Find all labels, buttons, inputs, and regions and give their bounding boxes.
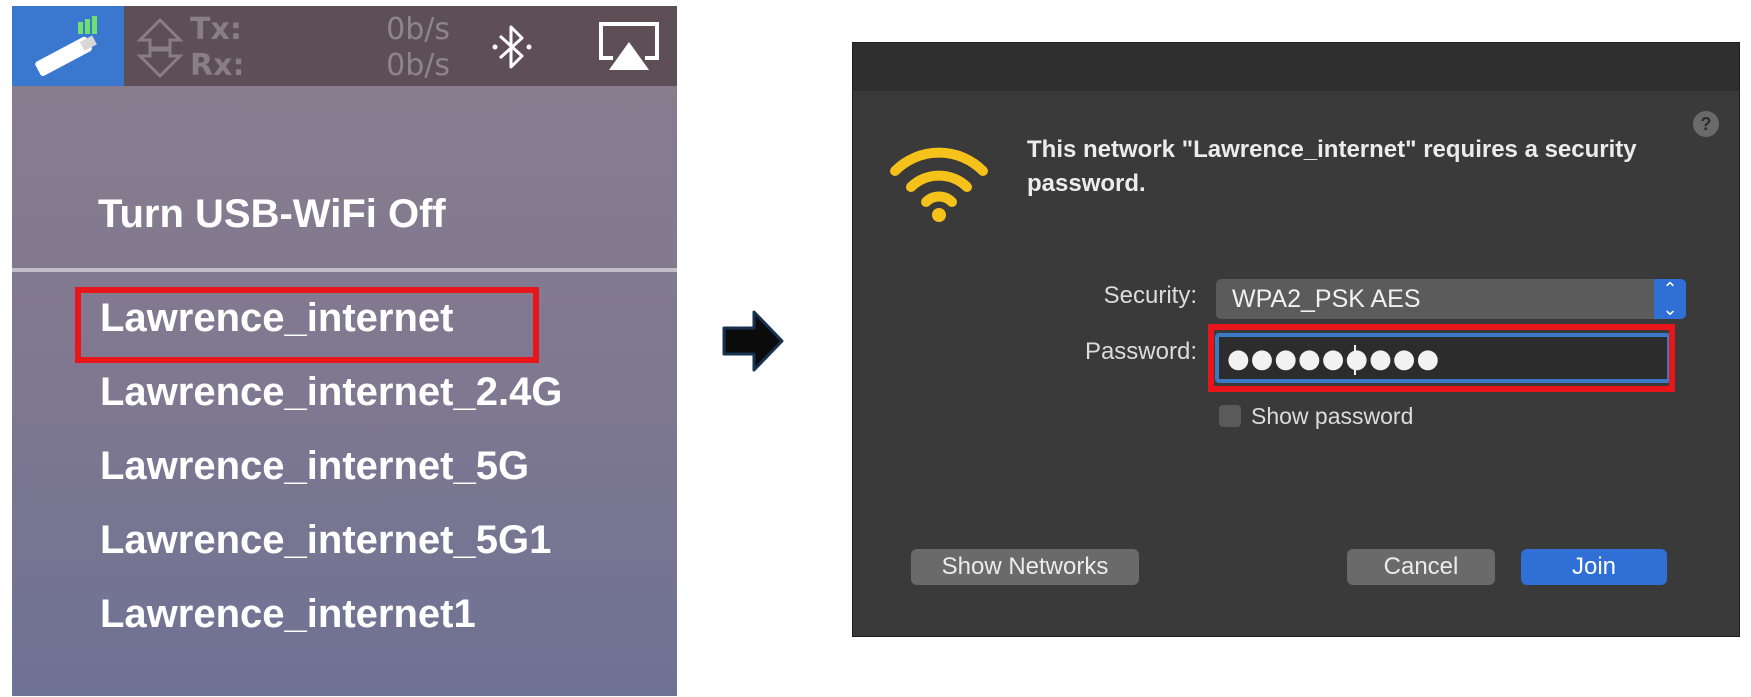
wifi-icon — [890, 147, 988, 222]
security-label: Security: — [1103, 282, 1197, 309]
turn-usb-wifi-off-item[interactable]: Turn USB-WiFi Off — [98, 190, 446, 238]
tx-rate: 0b/s — [386, 12, 450, 47]
show-networks-button[interactable]: Show Networks — [911, 549, 1139, 585]
password-label: Password: — [1084, 338, 1197, 365]
dialog-message: This network "Lawrence_internet" require… — [1027, 136, 1637, 197]
network-item[interactable]: Lawrence_internet_5G1 — [100, 516, 551, 564]
security-select[interactable]: WPA2_PSK AES ⌃ ⌄ — [1216, 279, 1686, 319]
usb-wifi-tray-button[interactable] — [12, 6, 124, 86]
network-item[interactable]: Lawrence_internet1 — [100, 590, 476, 638]
rx-label: Rx: — [190, 48, 245, 83]
cancel-button[interactable]: Cancel — [1347, 549, 1495, 585]
help-button[interactable]: ? — [1693, 111, 1719, 137]
chevron-up-down-icon: ⌃ ⌄ — [1654, 279, 1686, 319]
usb-wifi-icon — [35, 16, 97, 76]
network-item[interactable]: Lawrence_internet_2.4G — [100, 368, 562, 416]
bluetooth-icon[interactable] — [490, 22, 534, 72]
selected-network-highlight-box — [75, 287, 539, 363]
menu-separator — [12, 268, 677, 272]
right-arrow-icon — [722, 310, 784, 372]
menubar-dropdown-panel: Tx: Rx: 0b/s 0b/s Turn USB-WiFi Off Lawr… — [12, 6, 677, 696]
network-item[interactable]: Lawrence_internet_5G — [100, 442, 529, 490]
wifi-menu-dropdown: Turn USB-WiFi Off Lawrence_internet Lawr… — [12, 86, 677, 696]
show-password-label[interactable]: Show password — [1251, 401, 1413, 431]
wifi-password-dialog: ? This network "Lawrence_internet" requi… — [852, 42, 1740, 637]
dialog-titlebar — [853, 43, 1739, 91]
security-value: WPA2_PSK AES — [1232, 285, 1421, 313]
airplay-icon[interactable] — [597, 20, 661, 72]
menubar: Tx: Rx: 0b/s 0b/s — [12, 6, 677, 86]
tx-rx-arrows-icon — [136, 18, 184, 78]
show-password-checkbox[interactable] — [1219, 405, 1241, 427]
rx-rate: 0b/s — [386, 48, 450, 83]
join-button[interactable]: Join — [1521, 549, 1667, 585]
tx-label: Tx: — [190, 12, 242, 47]
password-highlight-box — [1208, 324, 1675, 392]
